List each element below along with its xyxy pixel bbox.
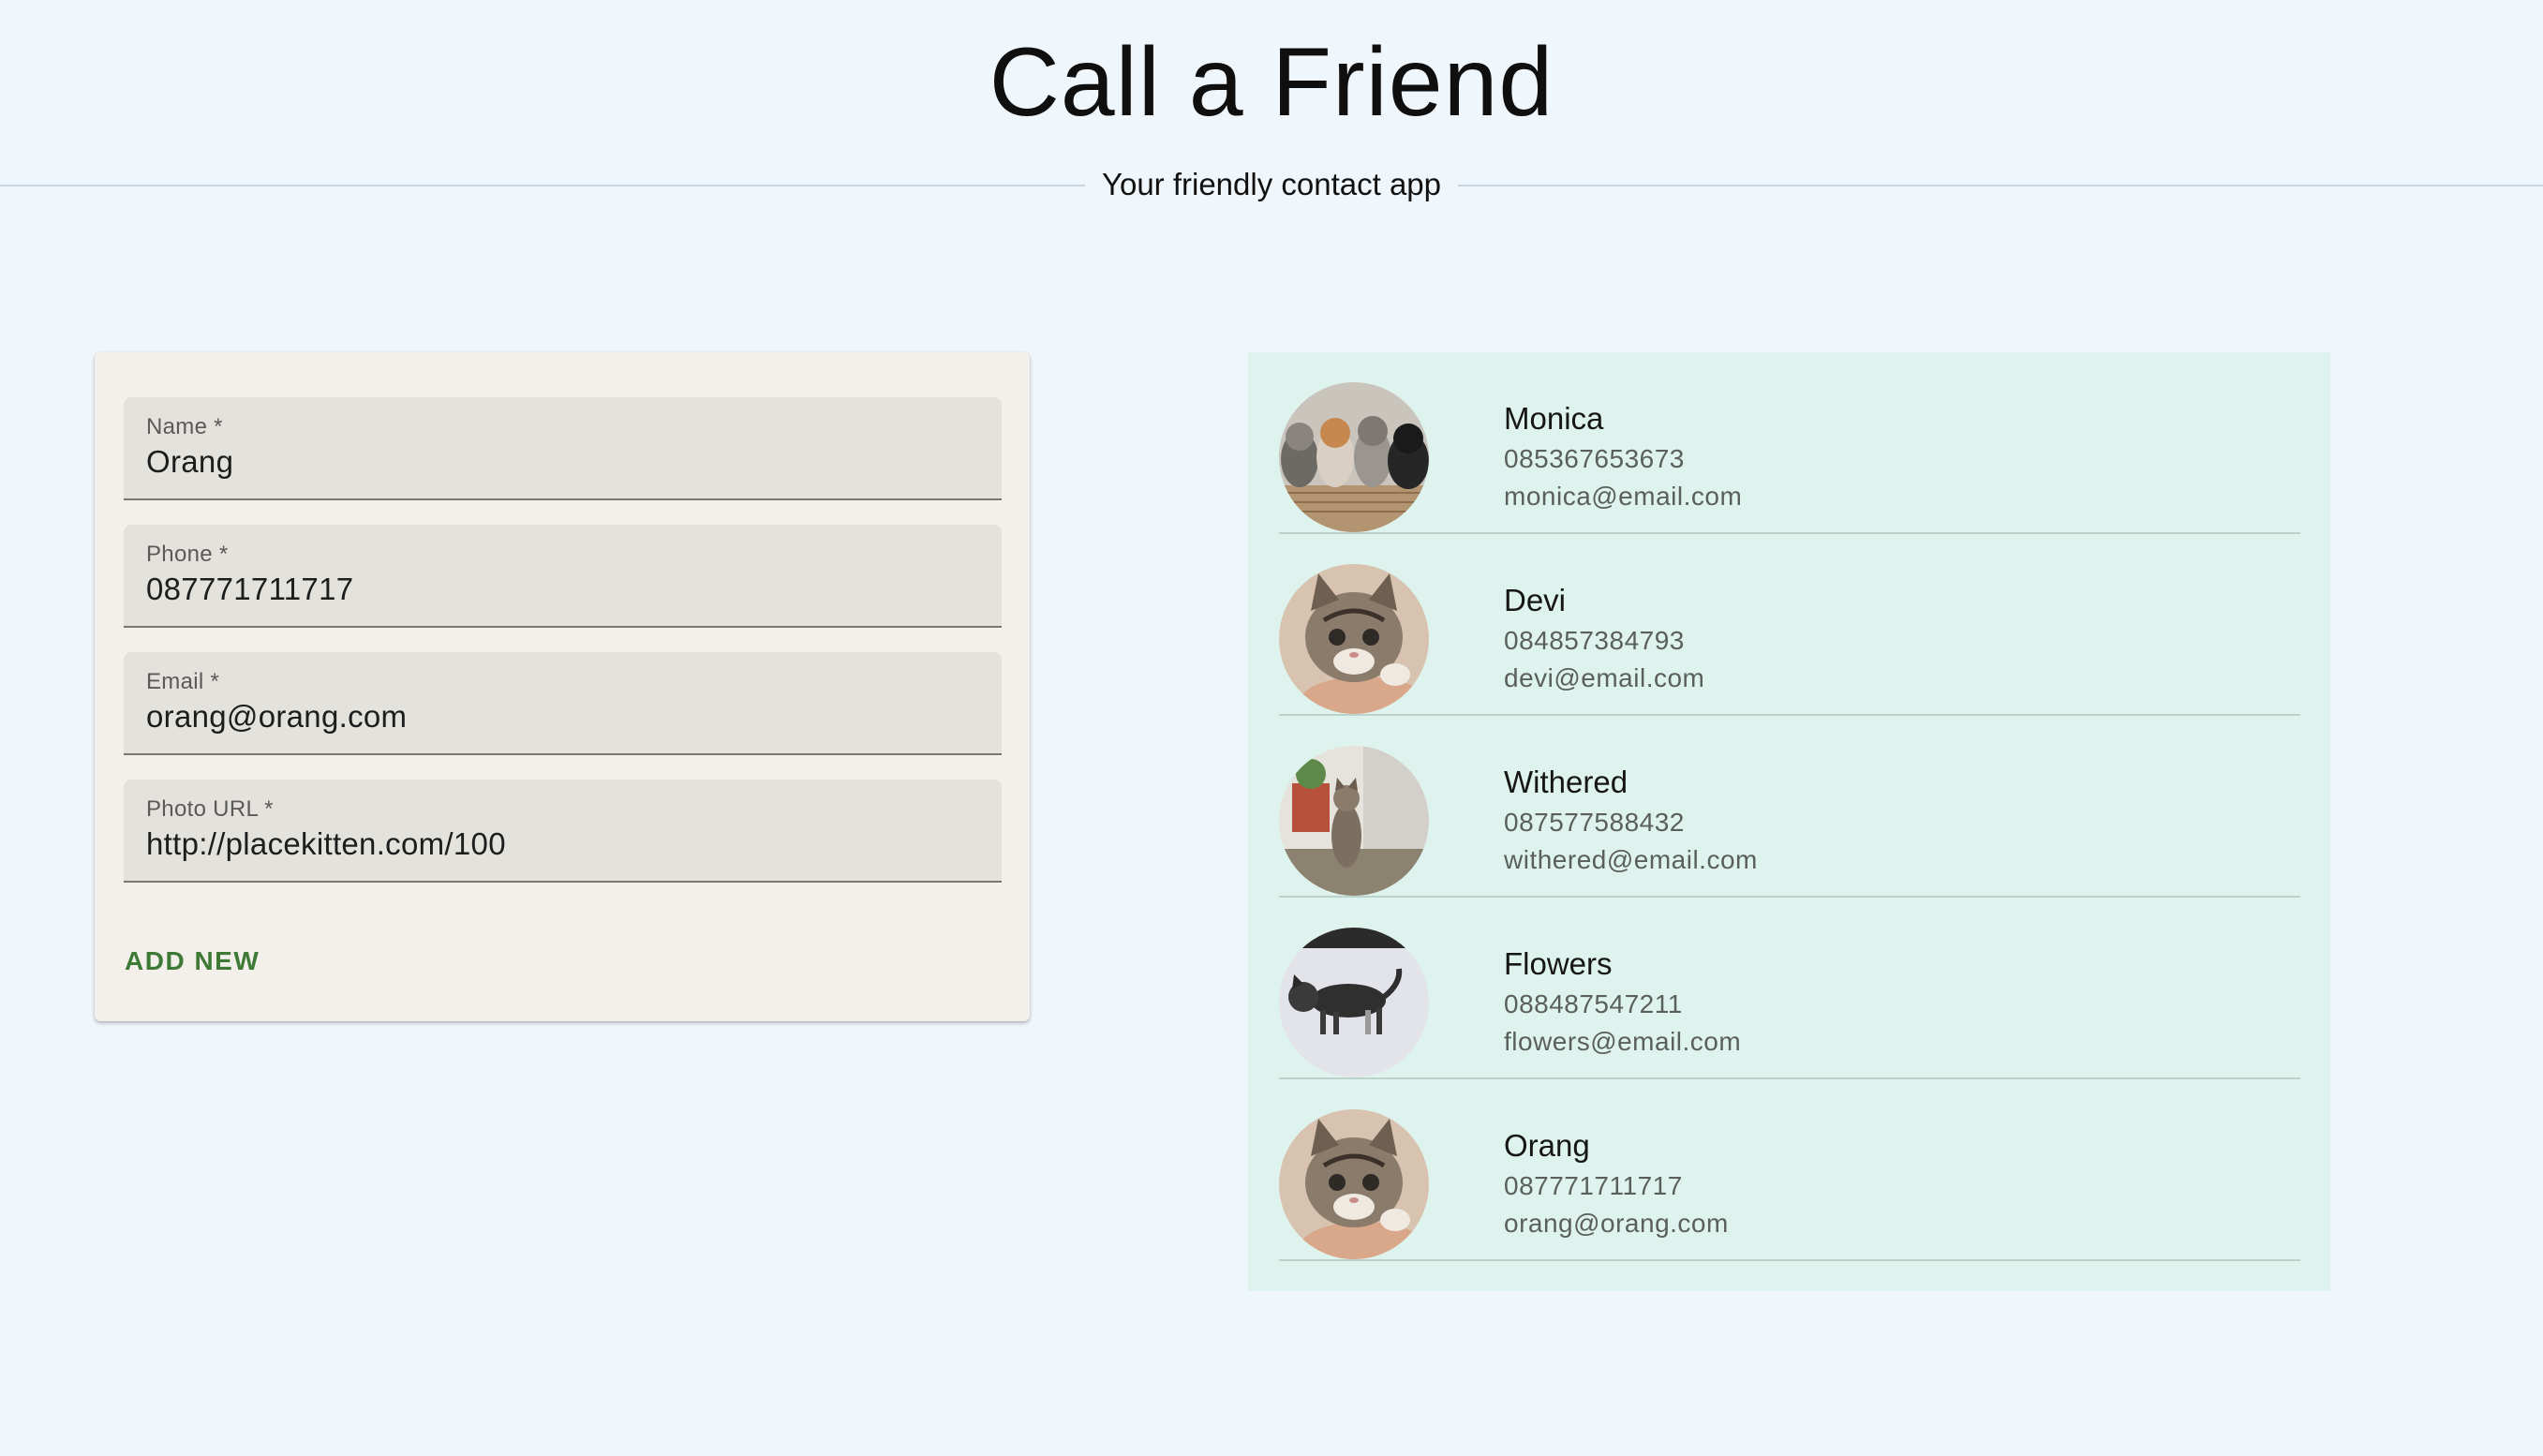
phone-field[interactable]: Phone *	[124, 525, 1002, 628]
contact-phone: 087771711717	[1504, 1171, 1683, 1200]
avatar	[1279, 746, 1429, 896]
contact-email: flowers@email.com	[1504, 1027, 1742, 1056]
app-page: Call a Friend Your friendly contact app …	[0, 0, 2543, 1456]
contact-list-item[interactable]: Monica 085367653673 monica@email.com	[1279, 352, 2300, 534]
contact-list-item[interactable]: Withered 087577588432 withered@email.com	[1279, 716, 2300, 898]
avatar	[1279, 564, 1429, 714]
contact-name: Monica	[1504, 401, 1604, 436]
contact-phone: 088487547211	[1504, 989, 1683, 1018]
contact-list-item[interactable]: Devi 084857384793 devi@email.com	[1279, 534, 2300, 716]
page-title: Call a Friend	[989, 28, 1554, 137]
name-field-label: Name *	[146, 414, 223, 439]
contact-phone: 084857384793	[1504, 626, 1685, 655]
kitten-group-photo-icon	[1279, 382, 1429, 532]
avatar	[1279, 1109, 1429, 1259]
avatar	[1279, 928, 1429, 1077]
kitten-closeup-photo-icon	[1279, 564, 1429, 714]
contact-phone: 085367653673	[1504, 444, 1685, 473]
phone-field-label: Phone *	[146, 542, 229, 567]
contact-email: withered@email.com	[1504, 845, 1758, 874]
page-subtitle: Your friendly contact app	[1084, 163, 1459, 206]
contact-list: Monica 085367653673 monica@email.com Dev…	[1248, 352, 2330, 1291]
photo-url-field[interactable]: Photo URL *	[124, 780, 1002, 883]
contact-name: Withered	[1504, 765, 1628, 799]
kitten-closeup-photo-icon	[1279, 1109, 1429, 1259]
kitten-standing-photo-icon	[1279, 746, 1429, 896]
contact-name: Devi	[1504, 583, 1567, 617]
contact-list-item[interactable]: Orang 087771711717 orang@orang.com	[1279, 1079, 2300, 1261]
contact-email: orang@orang.com	[1504, 1209, 1729, 1238]
email-field-label: Email *	[146, 669, 220, 694]
add-contact-form: Name * Phone * Email * Photo URL * ADD N…	[95, 352, 1030, 1021]
name-input[interactable]	[146, 444, 980, 480]
kitten-walking-photo-icon	[1279, 928, 1429, 1077]
contact-email: monica@email.com	[1504, 482, 1743, 511]
photo-url-field-label: Photo URL *	[146, 796, 274, 822]
name-field[interactable]: Name *	[124, 397, 1002, 500]
avatar	[1279, 382, 1429, 532]
contact-name: Orang	[1504, 1128, 1590, 1163]
photo-url-input[interactable]	[146, 826, 980, 862]
email-field[interactable]: Email *	[124, 652, 1002, 755]
add-new-button[interactable]: ADD NEW	[113, 939, 271, 984]
contact-list-item[interactable]: Flowers 088487547211 flowers@email.com	[1279, 898, 2300, 1079]
phone-input[interactable]	[146, 572, 980, 607]
email-input[interactable]	[146, 699, 980, 735]
contact-email: devi@email.com	[1504, 663, 1705, 692]
contact-name: Flowers	[1504, 946, 1613, 981]
subtitle-container: Your friendly contact app	[0, 163, 2543, 206]
contact-phone: 087577588432	[1504, 808, 1685, 837]
